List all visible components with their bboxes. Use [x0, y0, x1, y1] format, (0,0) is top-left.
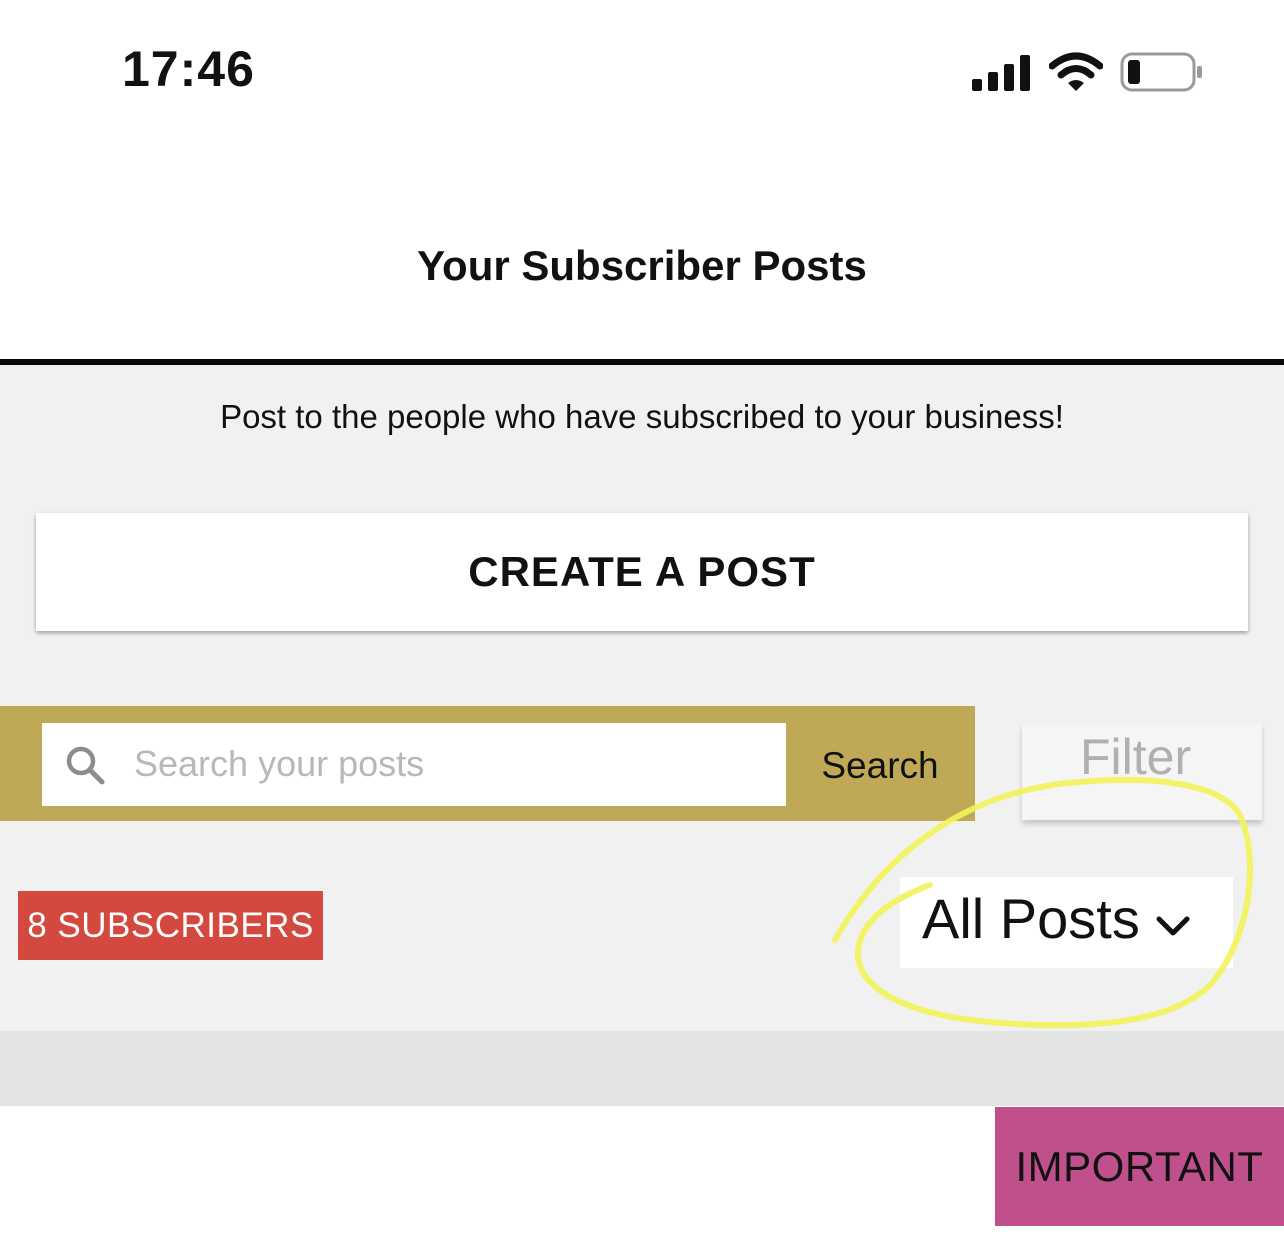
content-divider-band: [0, 1031, 1284, 1106]
important-tag-button[interactable]: IMPORTANT: [995, 1107, 1284, 1226]
wifi-icon: [1049, 52, 1103, 91]
search-icon: [66, 746, 105, 785]
filter-label: Filter: [1080, 729, 1192, 785]
cellular-signal-icon: [972, 55, 1030, 91]
create-post-button[interactable]: CREATE A POST: [36, 513, 1248, 631]
search-input[interactable]: [134, 726, 774, 802]
chevron-down-icon: [1156, 916, 1190, 936]
page-title: Your Subscriber Posts: [417, 242, 867, 289]
status-time: 17:46: [122, 41, 255, 97]
posts-filter-selected: All Posts: [922, 887, 1140, 950]
page-subtitle: Post to the people who have subscribed t…: [220, 398, 1064, 435]
search-button[interactable]: Search: [800, 726, 960, 806]
battery-icon: [1120, 52, 1202, 92]
subscribers-badge: 8 SUBSCRIBERS: [18, 891, 323, 960]
